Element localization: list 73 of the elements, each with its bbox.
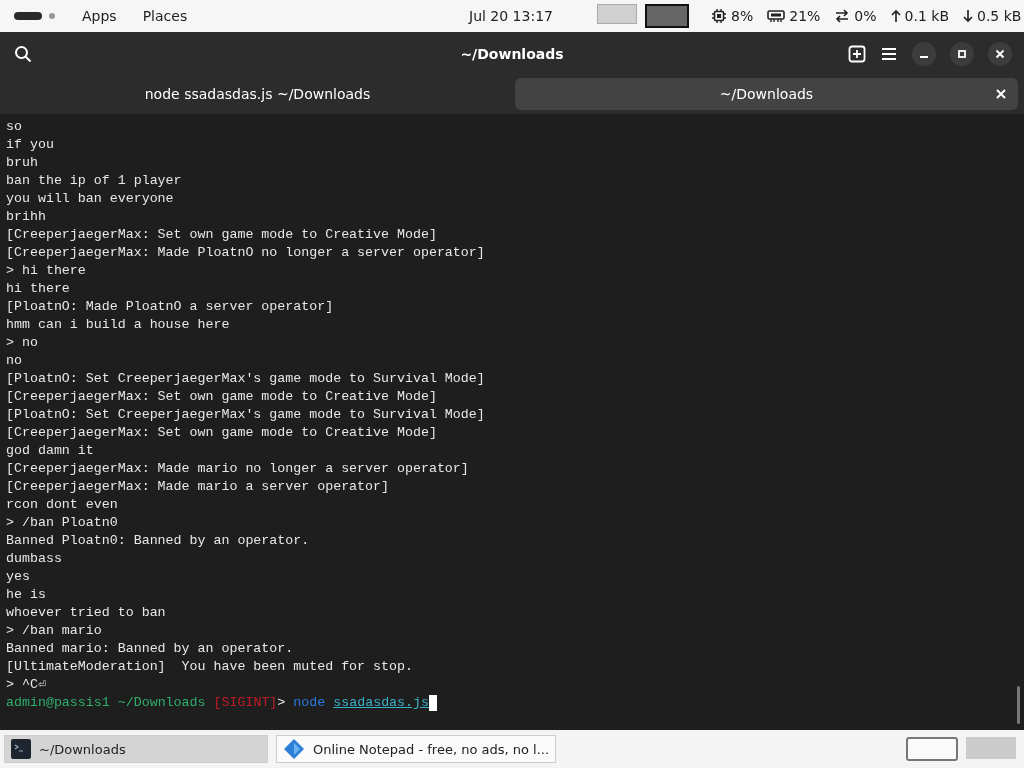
indicator-value: 21%	[789, 8, 821, 24]
window-title: ~/Downloads	[460, 46, 564, 62]
terminal-line: you will ban everyone	[6, 190, 175, 208]
terminal-line: [CreeperjaegerMax: Made PloatnO no longer a server operator]	[6, 244, 486, 262]
menu-icon[interactable]	[880, 46, 898, 62]
scrollbar[interactable]	[1017, 686, 1020, 724]
terminal-line: [PloatnO: Set CreeperjaegerMax's game mode to Survival Mode]	[6, 370, 486, 388]
terminal-line: he is	[6, 586, 47, 604]
minimize-icon[interactable]	[912, 42, 936, 66]
terminal-line: [PloatnO: Set CreeperjaegerMax's game mode to Survival Mode]	[6, 406, 486, 424]
prompt-path: ~/Downloads	[117, 694, 206, 712]
clock[interactable]: Jul 20 13:17	[469, 8, 597, 24]
tab-label: ~/Downloads	[719, 86, 814, 102]
diamond-icon	[283, 738, 305, 760]
workspace-thumbnail[interactable]	[645, 4, 689, 28]
tab[interactable]: node ssadasdas.js ~/Downloads	[6, 78, 509, 110]
taskbar-item[interactable]: ~/Downloads	[4, 735, 268, 763]
terminal-line: hi there	[6, 280, 71, 298]
terminal-line: [CreeperjaegerMax: Made mario no longer a server operator]	[6, 460, 470, 478]
swap-arrows-icon	[834, 9, 851, 23]
indicator-value: 0.1 kB	[904, 8, 949, 24]
memory-icon	[767, 9, 786, 23]
down-arrow-icon	[963, 9, 973, 23]
terminal-line: > /ban Ploatn0	[6, 514, 119, 532]
tab-label: node ssadasdas.js ~/Downloads	[144, 86, 371, 102]
terminal-line: Banned mario: Banned by an operator.	[6, 640, 295, 658]
menu-item[interactable]: Apps	[82, 8, 117, 24]
terminal-line: rcon dont even	[6, 496, 119, 514]
prompt-user: admin@passis1	[6, 694, 110, 712]
workspace-button[interactable]	[906, 737, 958, 761]
new-tab-icon[interactable]	[848, 45, 866, 63]
terminal-line: > hi there	[6, 262, 87, 280]
prompt-symbol: >	[277, 694, 286, 712]
indicator-value: 0%	[854, 8, 877, 24]
terminal-line: > no	[6, 334, 39, 352]
text-cursor	[429, 695, 438, 711]
up-arrow-icon	[890, 9, 901, 23]
close-icon[interactable]	[988, 42, 1012, 66]
terminal-line: ban the ip of 1 player	[6, 172, 183, 190]
indicator-value: 0.5 kB	[977, 8, 1022, 24]
terminal-line: if you	[6, 136, 55, 154]
cpu-icon	[711, 8, 727, 24]
terminal-line: hmm can i build a house here	[6, 316, 231, 334]
terminal-line: [CreeperjaegerMax: Set own game mode to Creative Mode]	[6, 388, 438, 406]
terminal-line: whoever tried to ban	[6, 604, 167, 622]
maximize-icon[interactable]	[950, 42, 974, 66]
terminal-icon	[11, 739, 31, 759]
terminal-line: yes	[6, 568, 31, 586]
terminal-line: so	[6, 118, 23, 136]
terminal-line: Banned Ploatn0: Banned by an operator.	[6, 532, 311, 550]
prompt-status: [SIGINT]	[213, 694, 278, 712]
indicator-value: 8%	[731, 8, 754, 24]
terminal-line: dumbass	[6, 550, 63, 568]
terminal-line: > /ban mario	[6, 622, 103, 640]
terminal-line: > ^C⏎	[6, 676, 47, 694]
tab[interactable]: ~/Downloads	[515, 78, 1018, 110]
command-argument: ssadasdas.js	[333, 694, 430, 712]
terminal-line: [CreeperjaegerMax: Set own game mode to Creative Mode]	[6, 226, 438, 244]
terminal-line: [CreeperjaegerMax: Made mario a server operator]	[6, 478, 390, 496]
menu-item[interactable]: Places	[142, 8, 188, 24]
workspace-thumbnail[interactable]	[597, 4, 637, 24]
close-icon[interactable]	[996, 89, 1006, 99]
taskbar-item[interactable]: Online Notepad - free, no ads, no l...	[276, 735, 557, 763]
terminal-line: [UltimateModeration] You have been muted for stop.	[6, 658, 414, 676]
terminal-line: [PloatnO: Made PloatnO a server operator]	[6, 298, 335, 316]
terminal-line: [CreeperjaegerMax: Set own game mode to Creative Mode]	[6, 424, 438, 442]
workspace-indicator-icon[interactable]	[14, 11, 58, 21]
terminal-line: no	[6, 352, 23, 370]
terminal-line: god damn it	[6, 442, 95, 460]
terminal-line: brihh	[6, 208, 47, 226]
search-icon[interactable]	[14, 45, 32, 63]
command-text: node	[293, 694, 326, 712]
terminal-line: bruh	[6, 154, 39, 172]
